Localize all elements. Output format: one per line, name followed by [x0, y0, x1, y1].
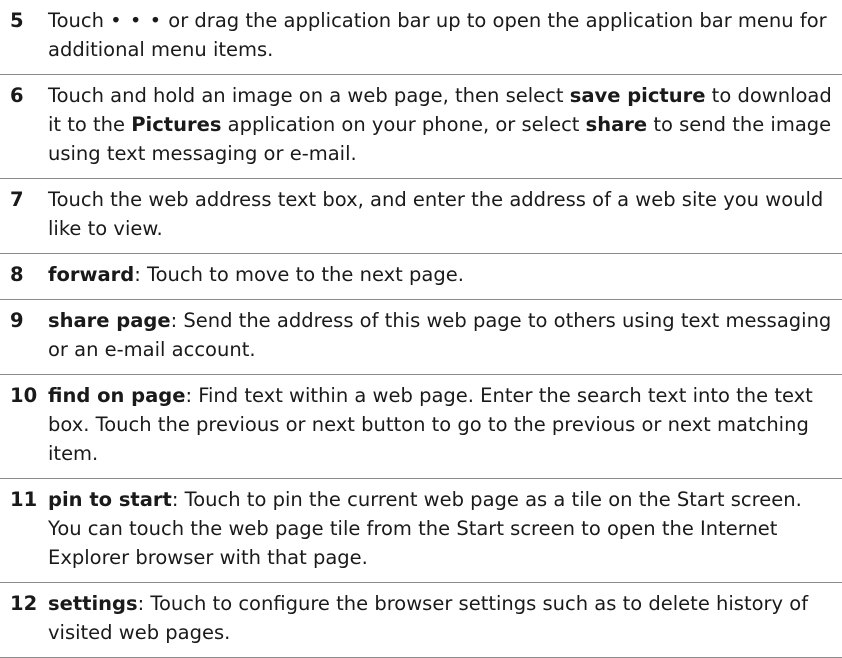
step-description: Touch the web address text box, and ente… — [48, 185, 842, 243]
step-description: Touch • • • or drag the application bar … — [48, 6, 842, 64]
table-row: 6 Touch and hold an image on a web page, … — [0, 75, 842, 179]
bold-term: share — [585, 113, 648, 136]
bold-term: save picture — [569, 84, 706, 107]
text-segment: : Touch to move to the next page. — [134, 263, 464, 286]
step-description: forward: Touch to move to the next page. — [48, 260, 842, 289]
table-row: 8 forward: Touch to move to the next page… — [0, 254, 842, 300]
step-number: 8 — [10, 263, 24, 286]
ellipsis-dots-icon: • • • — [110, 9, 163, 32]
text-segment: : Touch to configure the browser setting… — [48, 592, 809, 644]
step-number: 12 — [10, 592, 38, 615]
bold-term: find on page — [48, 384, 186, 407]
bold-term: share page — [48, 309, 171, 332]
table-row: 9 share page: Send the address of this we… — [0, 300, 842, 375]
bold-term: pin to start — [48, 488, 172, 511]
step-number: 6 — [10, 84, 24, 107]
step-number: 7 — [10, 188, 24, 211]
step-number: 11 — [10, 488, 38, 511]
step-description: pin to start: Touch to pin the current w… — [48, 485, 842, 572]
step-number: 5 — [10, 9, 24, 32]
step-description: find on page: Find text within a web pag… — [48, 381, 842, 468]
step-description: share page: Send the address of this web… — [48, 306, 842, 364]
step-number: 10 — [10, 384, 38, 407]
text-segment: application on your phone, or select — [221, 113, 586, 136]
table-row: 12 settings: Touch to configure the brows… — [0, 583, 842, 658]
step-number: 9 — [10, 309, 24, 332]
table-row: 7 Touch the web address text box, and ent… — [0, 179, 842, 254]
table-row: 10 find on page: Find text within a web p… — [0, 375, 842, 479]
text-segment: or drag the application bar up to open t… — [48, 9, 827, 61]
bold-term: settings — [48, 592, 138, 615]
bold-term: forward — [48, 263, 135, 286]
bold-term: Pictures — [131, 113, 222, 136]
instruction-table: 5 Touch • • • or drag the application bar… — [0, 0, 842, 658]
text-segment: Touch the web address text box, and ente… — [48, 188, 824, 240]
table-row: 11 pin to start: Touch to pin the current… — [0, 479, 842, 583]
step-description: settings: Touch to configure the browser… — [48, 589, 842, 647]
table-row: 5 Touch • • • or drag the application bar… — [0, 0, 842, 75]
step-description: Touch and hold an image on a web page, t… — [48, 81, 842, 168]
text-segment: Touch and hold an image on a web page, t… — [48, 84, 570, 107]
text-segment: Touch — [48, 9, 111, 32]
